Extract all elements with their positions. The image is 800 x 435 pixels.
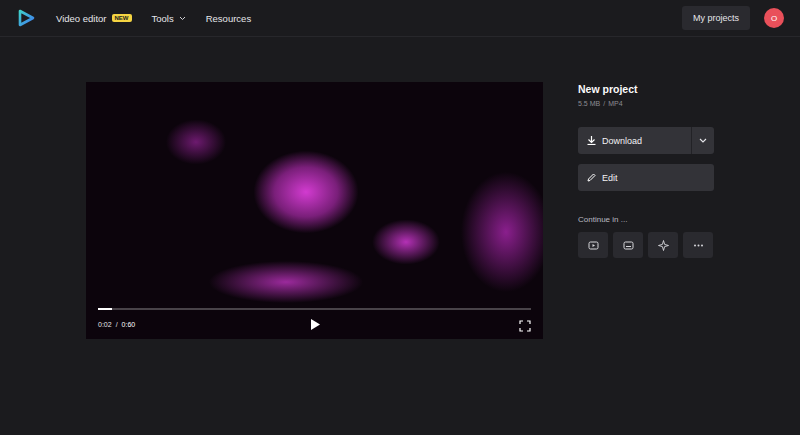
continue-app-button[interactable] <box>613 232 643 258</box>
project-meta: 5.5 MB/MP4 <box>578 100 714 107</box>
action-buttons: Download Edit <box>578 127 714 191</box>
meta-separator: / <box>603 100 605 107</box>
project-panel: New project 5.5 MB/MP4 Download Edit Continu… <box>578 82 714 339</box>
continue-app-button[interactable] <box>578 232 608 258</box>
file-size: 5.5 MB <box>578 100 600 107</box>
time-separator: / <box>116 321 118 328</box>
more-icon <box>693 240 704 251</box>
play-button[interactable] <box>308 317 322 331</box>
nav-item[interactable]: Tools <box>152 13 186 24</box>
subtitles-icon <box>623 240 634 251</box>
fullscreen-icon <box>519 320 531 332</box>
download-button[interactable]: Download <box>578 127 714 154</box>
project-title: New project <box>578 83 714 95</box>
controls-row: 0:02 / 0:60 <box>98 315 531 333</box>
nav-label[interactable]: Video editor <box>56 13 107 24</box>
fullscreen-button[interactable] <box>519 318 531 330</box>
edit-button[interactable]: Edit <box>578 164 714 191</box>
sparkle-icon <box>658 240 669 251</box>
video-player[interactable]: 0:02 / 0:60 <box>86 82 543 339</box>
my-projects-button[interactable]: My projects <box>682 6 750 30</box>
play-icon <box>310 319 320 330</box>
progress-track[interactable] <box>98 308 531 310</box>
nav-item[interactable]: Video editor NEW <box>56 13 132 24</box>
nav-label[interactable]: Tools <box>152 13 174 24</box>
time-display: 0:02 / 0:60 <box>98 321 308 328</box>
continue-app-button[interactable] <box>683 232 713 258</box>
nav-item[interactable]: Resources <box>206 13 251 24</box>
youtube-icon <box>588 240 599 251</box>
top-bar: Video editor NEW Tools Resources My projects… <box>0 0 800 37</box>
button-label[interactable]: Download <box>602 136 642 146</box>
continue-apps <box>578 232 714 258</box>
button-main[interactable]: Download <box>578 127 691 154</box>
button-main[interactable]: Edit <box>578 164 714 191</box>
content: 0:02/0:60New project5.5 MB/MP4DownloadEd… <box>0 37 800 339</box>
current-time: 0:02 <box>98 321 112 328</box>
new-badge: NEW <box>112 14 132 22</box>
download-icon <box>587 136 596 145</box>
progress-fill <box>98 308 112 310</box>
duration: 0:60 <box>122 321 136 328</box>
chevron-down-icon <box>179 16 186 21</box>
button-label[interactable]: Edit <box>602 173 618 183</box>
continue-label: Continue in ... <box>578 215 714 224</box>
user-avatar[interactable]: O <box>764 8 784 28</box>
logo-icon[interactable] <box>17 9 35 27</box>
pencil-icon <box>587 173 596 182</box>
player-controls: 0:02 / 0:60 <box>86 308 543 339</box>
nav-label[interactable]: Resources <box>206 13 251 24</box>
file-format: MP4 <box>608 100 622 107</box>
main-nav: Video editor NEW Tools Resources <box>56 13 251 24</box>
chevron-down-icon <box>699 138 707 143</box>
continue-app-button[interactable] <box>648 232 678 258</box>
download-options-button[interactable] <box>691 127 714 154</box>
